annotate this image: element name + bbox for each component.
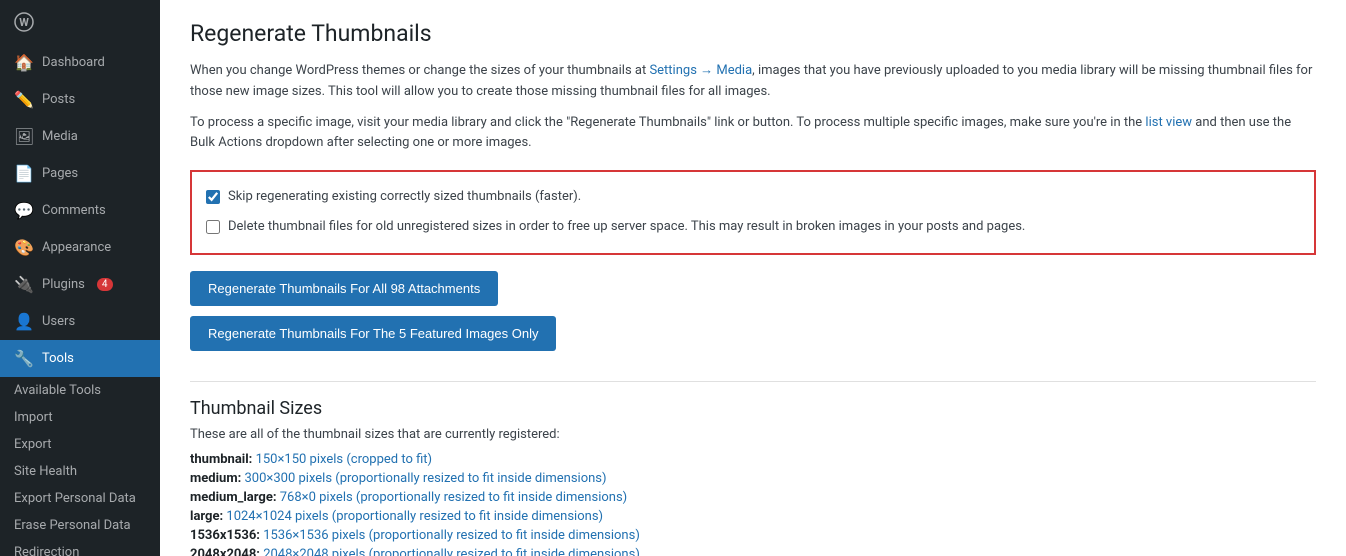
sidebar-item-posts-label: Posts	[42, 92, 75, 107]
description-paragraph-1: When you change WordPress themes or chan…	[190, 61, 1316, 103]
sidebar-item-appearance[interactable]: 🎨 Appearance	[0, 229, 160, 266]
pages-icon: 📄	[14, 164, 34, 183]
svg-text:W: W	[19, 16, 29, 29]
size-name-3: large:	[190, 509, 223, 524]
submenu-site-health[interactable]: Site Health	[0, 458, 160, 485]
posts-icon: ✏️	[14, 90, 34, 109]
delete-unregistered-label[interactable]: Delete thumbnail files for old unregiste…	[228, 218, 1025, 236]
sidebar: W 🏠 Dashboard ✏️ Posts 🖼 Media 📄 Pages 💬…	[0, 0, 160, 556]
sidebar-item-dashboard-label: Dashboard	[42, 55, 105, 70]
size-name-2: medium_large:	[190, 490, 277, 505]
size-value-1: 300×300 pixels (proportionally resized t…	[244, 471, 606, 486]
main-content: Regenerate Thumbnails When you change Wo…	[160, 0, 1346, 556]
list-view-link[interactable]: list view	[1145, 115, 1192, 130]
size-value-4: 1536×1536 pixels (proportionally resized…	[263, 528, 640, 543]
appearance-icon: 🎨	[14, 238, 34, 257]
users-icon: 👤	[14, 312, 34, 331]
regenerate-featured-button[interactable]: Regenerate Thumbnails For The 5 Featured…	[190, 316, 556, 351]
thumbnail-sizes-title: Thumbnail Sizes	[190, 381, 1316, 419]
size-row-5: 2048x2048: 2048×2048 pixels (proportiona…	[190, 547, 1316, 556]
sidebar-item-pages-label: Pages	[42, 166, 78, 181]
btn2-wrapper: Regenerate Thumbnails For The 5 Featured…	[190, 316, 1316, 361]
sidebar-item-pages[interactable]: 📄 Pages	[0, 155, 160, 192]
size-name-0: thumbnail:	[190, 452, 252, 467]
options-box: Skip regenerating existing correctly siz…	[190, 170, 1316, 254]
submenu-import[interactable]: Import	[0, 404, 160, 431]
size-value-3: 1024×1024 pixels (proportionally resized…	[226, 509, 603, 524]
sidebar-item-users-label: Users	[42, 314, 75, 329]
size-row-2: medium_large: 768×0 pixels (proportional…	[190, 490, 1316, 505]
sidebar-item-posts[interactable]: ✏️ Posts	[0, 81, 160, 118]
tools-icon: 🔧	[14, 349, 34, 368]
size-row-0: thumbnail: 150×150 pixels (cropped to fi…	[190, 452, 1316, 467]
sidebar-item-comments[interactable]: 💬 Comments	[0, 192, 160, 229]
media-icon: 🖼	[14, 127, 34, 146]
sidebar-item-plugins-label: Plugins	[42, 277, 85, 292]
sidebar-item-tools[interactable]: 🔧 Tools	[0, 340, 160, 377]
dashboard-icon: 🏠	[14, 53, 34, 72]
submenu-redirection[interactable]: Redirection	[0, 539, 160, 556]
desc1-prefix: When you change WordPress themes or chan…	[190, 63, 649, 78]
size-row-1: medium: 300×300 pixels (proportionally r…	[190, 471, 1316, 486]
sidebar-item-comments-label: Comments	[42, 203, 106, 218]
thumbnail-sizes-list: thumbnail: 150×150 pixels (cropped to fi…	[190, 452, 1316, 556]
size-row-3: large: 1024×1024 pixels (proportionally …	[190, 509, 1316, 524]
skip-existing-label[interactable]: Skip regenerating existing correctly siz…	[228, 188, 581, 206]
sidebar-item-dashboard[interactable]: 🏠 Dashboard	[0, 44, 160, 81]
size-value-5: 2048×2048 pixels (proportionally resized…	[263, 547, 640, 556]
size-row-4: 1536x1536: 1536×1536 pixels (proportiona…	[190, 528, 1316, 543]
settings-media-link[interactable]: Settings → Media	[649, 63, 752, 78]
wp-logo: W	[0, 0, 160, 44]
sidebar-item-appearance-label: Appearance	[42, 240, 111, 255]
sizes-intro: These are all of the thumbnail sizes tha…	[190, 427, 1316, 442]
btn1-wrapper: Regenerate Thumbnails For All 98 Attachm…	[190, 271, 1316, 316]
sidebar-item-media-label: Media	[42, 129, 78, 144]
size-name-4: 1536x1536:	[190, 528, 260, 543]
description-paragraph-2: To process a specific image, visit your …	[190, 113, 1316, 155]
page-title: Regenerate Thumbnails	[190, 20, 1316, 47]
sidebar-item-media[interactable]: 🖼 Media	[0, 118, 160, 155]
comments-icon: 💬	[14, 201, 34, 220]
desc2-prefix: To process a specific image, visit your …	[190, 115, 1145, 130]
option-row-2: Delete thumbnail files for old unregiste…	[206, 212, 1300, 242]
regenerate-all-button[interactable]: Regenerate Thumbnails For All 98 Attachm…	[190, 271, 498, 306]
size-value-2: 768×0 pixels (proportionally resized to …	[280, 490, 627, 505]
size-name-5: 2048x2048:	[190, 547, 260, 556]
sidebar-item-users[interactable]: 👤 Users	[0, 303, 160, 340]
wordpress-logo-icon: W	[14, 12, 34, 32]
delete-unregistered-checkbox[interactable]	[206, 220, 220, 234]
submenu-available-tools[interactable]: Available Tools	[0, 377, 160, 404]
size-value-0: 150×150 pixels (cropped to fit)	[256, 452, 433, 467]
size-name-1: medium:	[190, 471, 241, 486]
sidebar-item-plugins[interactable]: 🔌 Plugins 4	[0, 266, 160, 303]
option-row-1: Skip regenerating existing correctly siz…	[206, 182, 1300, 212]
plugins-badge: 4	[97, 278, 113, 291]
submenu-export-personal-data[interactable]: Export Personal Data	[0, 485, 160, 512]
submenu-erase-personal-data[interactable]: Erase Personal Data	[0, 512, 160, 539]
submenu-export[interactable]: Export	[0, 431, 160, 458]
skip-existing-checkbox[interactable]	[206, 190, 220, 204]
tools-submenu: Available Tools Import Export Site Healt…	[0, 377, 160, 556]
sidebar-item-tools-label: Tools	[42, 351, 74, 366]
plugins-icon: 🔌	[14, 275, 34, 294]
